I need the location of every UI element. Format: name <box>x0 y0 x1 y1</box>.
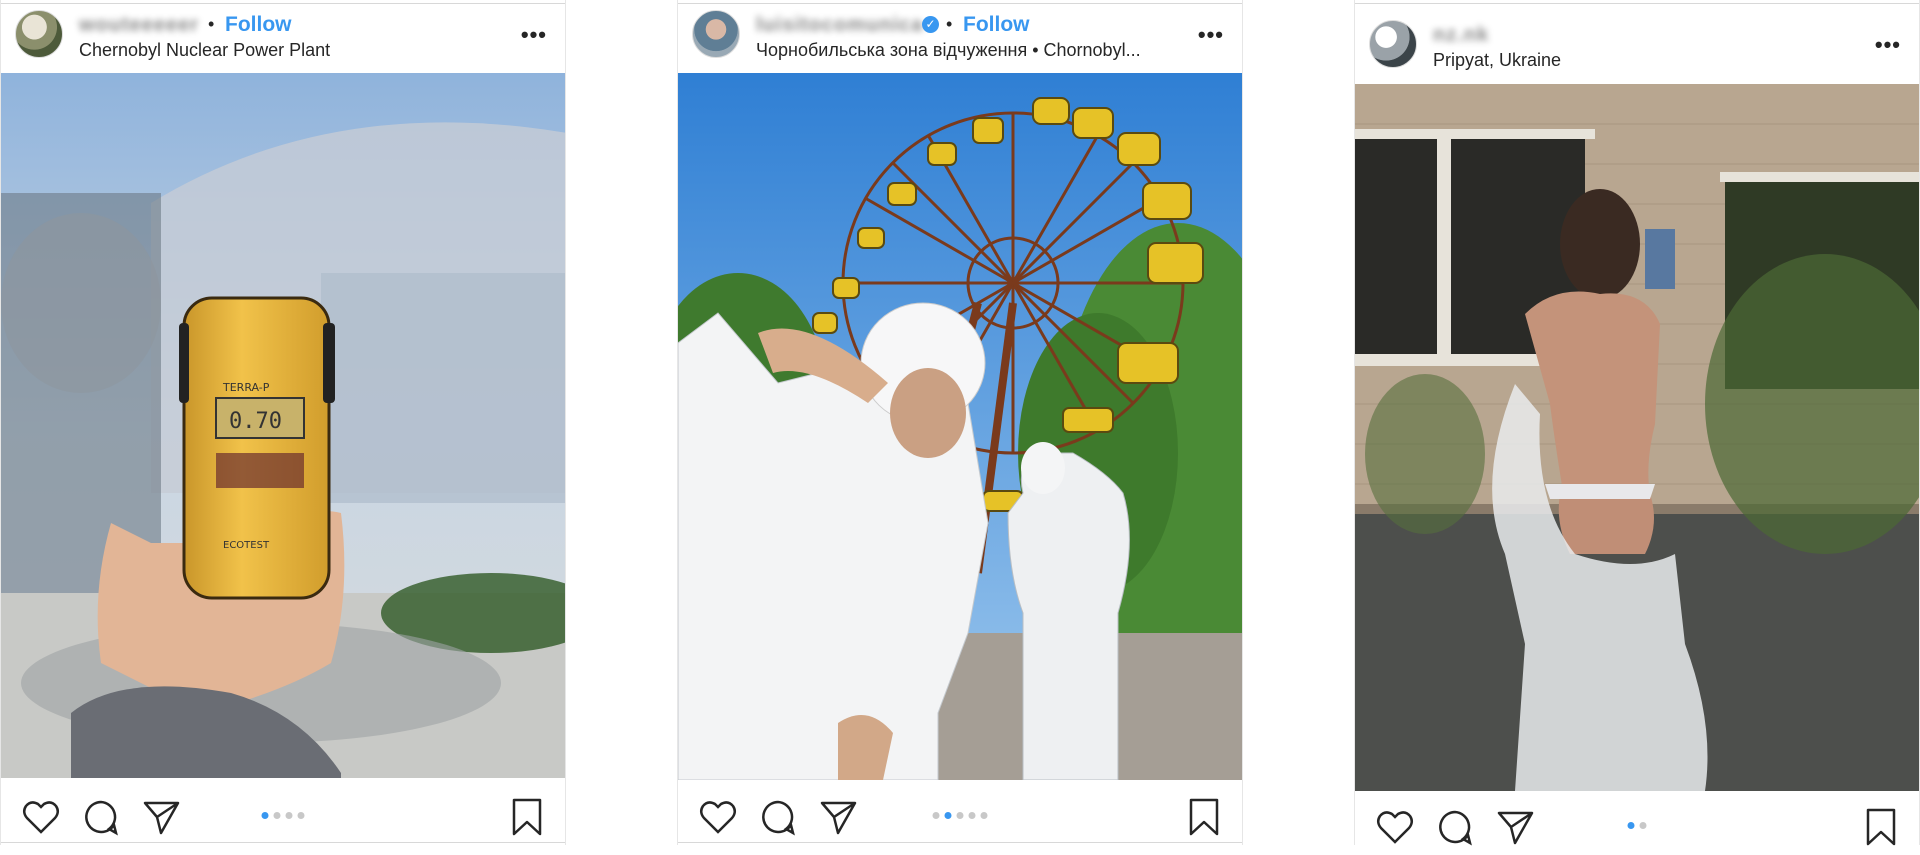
comment-icon[interactable] <box>758 797 798 837</box>
post-header: luisitocomunica ✓ • Follow Чорнобильська… <box>678 4 1242 72</box>
post-photo[interactable] <box>1355 84 1919 791</box>
carousel-indicator <box>261 812 305 819</box>
comment-icon[interactable] <box>81 797 121 837</box>
post-photo[interactable] <box>678 73 1242 780</box>
bookmark-icon[interactable] <box>509 797 545 837</box>
follow-button[interactable]: Follow <box>963 13 1030 37</box>
carousel-indicator <box>1627 822 1647 829</box>
avatar[interactable] <box>1369 20 1417 68</box>
post-photo[interactable]: 0.70 TERRA-P ECOTEST <box>1 73 565 778</box>
post-card-3: nz.nk Pripyat, Ukraine ••• <box>1354 0 1920 846</box>
post-header: wouteeeeer • Follow Chernobyl Nuclear Po… <box>1 4 565 72</box>
carousel-dot <box>1627 822 1635 829</box>
comment-icon[interactable] <box>1435 807 1475 847</box>
carousel-dot <box>980 812 988 819</box>
carousel-dot <box>285 812 293 819</box>
post-actions <box>678 785 1242 845</box>
carousel-dot <box>932 812 940 819</box>
post-header: nz.nk Pripyat, Ukraine ••• <box>1355 4 1919 84</box>
post-actions <box>1 785 565 845</box>
username[interactable]: nz.nk <box>1433 24 1489 47</box>
username[interactable]: wouteeeeer <box>79 14 199 37</box>
carousel-dot <box>261 812 269 819</box>
separator: • <box>946 14 953 34</box>
avatar[interactable] <box>692 10 740 58</box>
share-icon[interactable] <box>818 797 858 837</box>
more-options-icon[interactable]: ••• <box>521 22 547 48</box>
share-icon[interactable] <box>141 797 181 837</box>
location-link[interactable]: Pripyat, Ukraine <box>1433 50 1561 71</box>
carousel-dot <box>297 812 305 819</box>
svg-text:TERRA-P: TERRA-P <box>222 381 270 394</box>
post-card-1: wouteeeeer • Follow Chernobyl Nuclear Po… <box>0 0 566 845</box>
bookmark-icon[interactable] <box>1863 807 1899 847</box>
more-options-icon[interactable]: ••• <box>1875 32 1901 58</box>
carousel-dot <box>944 812 952 819</box>
username[interactable]: luisitocomunica <box>756 14 923 37</box>
divider <box>1 842 565 843</box>
carousel-dot <box>956 812 964 819</box>
photo-abandoned-building <box>1355 84 1919 791</box>
follow-button[interactable]: Follow <box>225 13 292 37</box>
bookmark-icon[interactable] <box>1186 797 1222 837</box>
location-link[interactable]: Chernobyl Nuclear Power Plant <box>79 40 330 61</box>
heart-icon[interactable] <box>698 797 738 837</box>
post-card-2: luisitocomunica ✓ • Follow Чорнобильська… <box>677 0 1243 845</box>
verified-badge-icon: ✓ <box>922 16 939 33</box>
svg-text:0.70: 0.70 <box>229 409 282 434</box>
carousel-dot <box>1639 822 1647 829</box>
post-actions <box>1355 795 1919 855</box>
more-options-icon[interactable]: ••• <box>1198 22 1224 48</box>
separator: • <box>208 14 215 34</box>
heart-icon[interactable] <box>21 797 61 837</box>
divider <box>678 842 1242 843</box>
photo-ferris-wheel <box>678 73 1242 780</box>
photo-dosimeter: 0.70 TERRA-P ECOTEST <box>1 73 565 778</box>
avatar[interactable] <box>15 10 63 58</box>
location-link[interactable]: Чорнобильська зона відчуження • Chornoby… <box>756 40 1141 61</box>
carousel-dot <box>968 812 976 819</box>
carousel-dot <box>273 812 281 819</box>
svg-text:ECOTEST: ECOTEST <box>223 540 270 551</box>
heart-icon[interactable] <box>1375 807 1415 847</box>
carousel-indicator <box>932 812 988 819</box>
share-icon[interactable] <box>1495 807 1535 847</box>
